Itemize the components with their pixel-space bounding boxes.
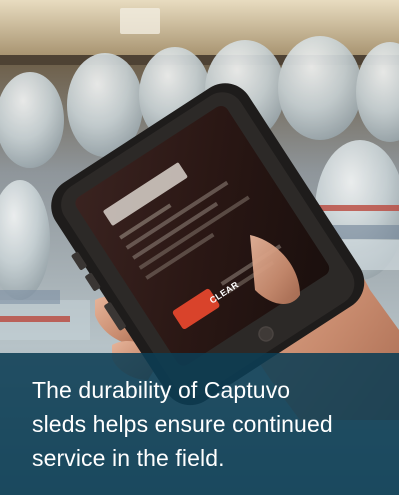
caption-text: The durability of Captuvo sleds helps en… — [32, 373, 375, 475]
promo-card: CLEAR The durability of Captuvo sleds he… — [0, 0, 399, 495]
caption-line-1: The durability of Captuvo — [32, 377, 291, 403]
caption-panel: The durability of Captuvo sleds helps en… — [0, 353, 399, 495]
caption-line-2: sleds helps ensure continued — [32, 411, 333, 437]
caption-line-3: service in the field. — [32, 445, 225, 471]
